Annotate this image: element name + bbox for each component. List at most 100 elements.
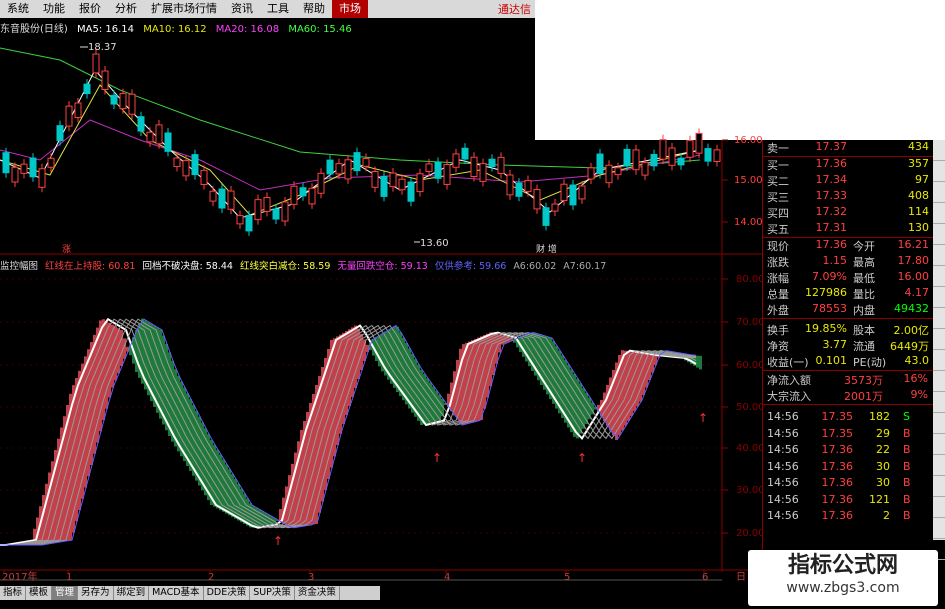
quote-cell: 17.36 [815, 238, 848, 251]
quote-cell: 9% [910, 388, 928, 401]
buy-row: 买三 17.33 408 [763, 189, 933, 205]
candle-body [533, 189, 541, 210]
quote-cell: 3.77 [822, 338, 848, 351]
candle-body [506, 174, 514, 196]
quote-cell: 今开 [853, 240, 875, 253]
quote-cell: 净资 [767, 340, 789, 353]
quote-cell: 0.101 [815, 354, 848, 367]
candle-body [200, 169, 208, 185]
candle-body [209, 190, 217, 202]
date-label: 5 [564, 572, 570, 583]
date-label: 3 [308, 572, 314, 583]
quote-panel: 卖一 17.37 434 买一 17.36 357 买二 17.34 97 买三 17.33 408 买… [762, 140, 945, 580]
buy-signal-arrow: ↑ [577, 451, 587, 465]
quote-cell: 97 [915, 173, 929, 186]
quote-cell: 总量 [767, 288, 789, 301]
quote-cell: B [903, 509, 911, 522]
quote-cell: 17.35 [821, 426, 854, 440]
candle-body [164, 132, 172, 152]
tick-row: 14:56 17.36 2 B [763, 509, 933, 525]
flow-row: 净流入额 3573万 16% [763, 372, 933, 388]
candle-body [551, 203, 559, 212]
quote-cell: 大宗流入 [767, 390, 811, 403]
candle-body [452, 153, 460, 168]
candle-body [146, 131, 154, 143]
candle-body [137, 116, 145, 132]
candle-body [128, 93, 136, 115]
candle-body [605, 164, 613, 184]
candle-body [218, 188, 226, 209]
quote-cell: 17.31 [815, 221, 848, 234]
tick-row: 14:56 17.36 30 B [763, 460, 933, 476]
candle-body [110, 94, 118, 105]
quote-cell: 17.36 [821, 459, 854, 473]
candle-body [254, 199, 262, 221]
stat-row: 总量 127986 量比 4.17 [763, 286, 933, 302]
candle-body [497, 156, 505, 174]
candle-body [677, 157, 685, 166]
low-price-label: 13.60 [420, 238, 449, 249]
quote-cell: 股本 [853, 324, 875, 337]
quote-cell: 17.36 [821, 492, 854, 506]
indicator-tab[interactable]: 另存为 [78, 586, 114, 600]
buy-signal-arrow: ↑ [273, 534, 283, 548]
quote-divider [763, 370, 945, 371]
candle-body [488, 158, 496, 168]
quote-cell: B [903, 426, 911, 440]
candle-body [443, 164, 451, 185]
candle-body [524, 180, 532, 193]
quote-cell: 17.34 [815, 173, 848, 186]
quote-cell: 3573万 [844, 374, 883, 387]
indicator-fill [699, 355, 702, 370]
buy-row: 买一 17.36 357 [763, 157, 933, 173]
candle-body [695, 132, 703, 154]
quote-cell: 1.15 [822, 254, 848, 267]
candle-body [389, 172, 397, 188]
price-tick-label: 15.00 [734, 175, 763, 186]
candle-body [686, 140, 694, 158]
right-side-tabs[interactable] [933, 140, 945, 560]
quote-cell: 127986 [805, 286, 847, 299]
indicator-tab[interactable]: 绑定到 [114, 586, 150, 600]
indicator-fill [243, 493, 246, 524]
indicator-tab[interactable]: DDE决策 [204, 586, 251, 600]
indicator-tab[interactable]: SUP决策 [250, 586, 295, 600]
candle-body [344, 159, 352, 180]
indicator-tick-label: 80.00 [736, 274, 765, 285]
quote-cell: 17.36 [821, 443, 854, 456]
candle-body [290, 185, 298, 205]
quote-cell: 17.33 [815, 189, 848, 202]
candle-body [119, 93, 127, 110]
candle-body [668, 147, 676, 166]
indicator-tab[interactable]: 指标 [0, 586, 27, 600]
date-axis-corner: 日 [736, 572, 746, 583]
indicator-tab[interactable]: MACD基本 [149, 586, 204, 600]
candle-body [578, 185, 586, 200]
quote-cell: 43.0 [904, 354, 930, 367]
watermark: 指标公式网 www.zbgs3.com [748, 550, 938, 606]
quote-cell: 卖一 [767, 142, 789, 155]
indicator-tab[interactable]: 资金决策 [295, 586, 340, 600]
candle-body [569, 184, 577, 206]
candle-body [326, 159, 334, 175]
ma10-line [0, 84, 701, 216]
indicator-tab[interactable]: 管理 [52, 586, 79, 600]
quote-cell: 30 [876, 476, 890, 489]
tick-row: 14:56 17.36 121 B [763, 493, 933, 509]
stat-row: 涨幅 7.09% 最低 16.00 [763, 270, 933, 286]
candle-body [227, 190, 235, 210]
quote-cell: 4.17 [904, 286, 930, 299]
indicator-tab[interactable]: 模板 [26, 586, 53, 600]
quote-cell: B [903, 459, 911, 473]
quote-cell: 买五 [767, 223, 789, 236]
event-badge: 财 增 [536, 243, 557, 255]
candle-body [236, 215, 244, 225]
candle-body [263, 196, 271, 212]
quote-cell: 49432 [894, 302, 929, 315]
stat-row: 现价 17.36 今开 16.21 [763, 238, 933, 254]
candle-body [281, 201, 289, 222]
quote-cell: B [903, 492, 911, 506]
candle-body [317, 172, 325, 194]
quote-cell: 14:56 [767, 443, 799, 456]
price-tick-label: 14.00 [734, 217, 763, 228]
